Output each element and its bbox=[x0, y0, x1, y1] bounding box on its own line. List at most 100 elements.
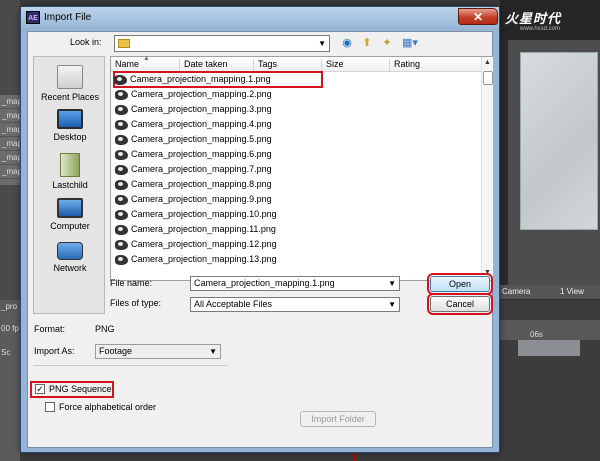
timeline-comp-tab[interactable]: _pro bbox=[1, 302, 17, 311]
up-folder-icon[interactable]: ⬆ bbox=[360, 36, 374, 50]
composition-viewer[interactable] bbox=[508, 40, 600, 285]
file-row[interactable]: Camera_projection_mapping.7.png bbox=[115, 162, 315, 177]
format-label: Format: bbox=[34, 324, 66, 334]
file-list[interactable]: ▲ Name Date taken Tags Size Rating Camera… bbox=[110, 55, 493, 281]
files-of-type-label: Files of type: bbox=[110, 298, 162, 308]
layer-item[interactable]: _mappi bbox=[0, 165, 20, 179]
file-row[interactable]: Camera_projection_mapping.13.png bbox=[115, 252, 315, 267]
files-of-type-value: All Acceptable Files bbox=[194, 299, 273, 309]
scroll-down-icon[interactable]: ▼ bbox=[484, 269, 491, 276]
cancel-button[interactable]: Cancel bbox=[427, 293, 493, 315]
scroll-up-icon[interactable]: ▲ bbox=[484, 59, 491, 66]
file-row[interactable]: Camera_projection_mapping.8.png bbox=[115, 177, 315, 192]
file-row[interactable]: Camera_projection_mapping.11.png bbox=[115, 222, 315, 237]
png-sequence-checkbox[interactable]: ✓ bbox=[35, 384, 45, 394]
png-file-icon bbox=[114, 75, 127, 85]
file-name: Camera_projection_mapping.4.png bbox=[131, 119, 272, 129]
file-row[interactable]: Camera_projection_mapping.3.png bbox=[115, 102, 315, 117]
column-date-taken[interactable]: Date taken bbox=[179, 59, 253, 72]
place-computer[interactable]: Computer bbox=[34, 198, 106, 231]
import-folder-button[interactable]: Import Folder bbox=[300, 411, 376, 427]
file-name: Camera_projection_mapping.12.png bbox=[131, 239, 277, 249]
file-list-scrollbar[interactable]: ▲ ▼ bbox=[481, 57, 493, 280]
column-size[interactable]: Size bbox=[321, 59, 389, 72]
png-file-icon bbox=[115, 240, 128, 250]
timeline-source-col: Sc bbox=[1, 348, 11, 357]
png-sequence-label: PNG Sequence bbox=[49, 384, 112, 394]
file-name: Camera_projection_mapping.1.png bbox=[130, 74, 271, 84]
file-row-selected[interactable]: Camera_projection_mapping.1.png bbox=[113, 71, 323, 88]
title-bar[interactable]: AE Import File ✕ bbox=[21, 7, 499, 29]
dialog-body: Look in: ▼ ◉ ⬆ ✦ ▦▾ Recent Places Deskto… bbox=[27, 31, 493, 448]
import-as-label: Import As: bbox=[34, 346, 75, 356]
file-row[interactable]: Camera_projection_mapping.4.png bbox=[115, 117, 315, 132]
column-tags[interactable]: Tags bbox=[253, 59, 321, 72]
place-label: Desktop bbox=[53, 132, 87, 142]
import-as-value: Footage bbox=[99, 346, 133, 356]
place-desktop[interactable]: Desktop bbox=[34, 109, 106, 142]
look-in-dropdown[interactable]: ▼ bbox=[114, 35, 330, 52]
file-name-input[interactable]: Camera_projection_mapping.1.png ▼ bbox=[190, 276, 400, 291]
recent-places-icon bbox=[57, 65, 83, 89]
file-name: Camera_projection_mapping.6.png bbox=[131, 149, 272, 159]
column-name[interactable]: ▲ Name bbox=[111, 55, 179, 72]
dialog-title: Import File bbox=[44, 12, 92, 23]
column-rating[interactable]: Rating bbox=[389, 59, 481, 72]
place-network[interactable]: Network bbox=[34, 242, 106, 273]
back-icon[interactable]: ◉ bbox=[340, 36, 354, 50]
chevron-down-icon: ▼ bbox=[388, 300, 396, 309]
png-file-icon bbox=[115, 165, 128, 175]
chevron-down-icon[interactable]: ▼ bbox=[388, 277, 396, 290]
time-ruler[interactable] bbox=[500, 320, 600, 340]
layer-item[interactable]: _mappi bbox=[0, 137, 20, 151]
import-as-dropdown[interactable]: Footage ▼ bbox=[95, 344, 221, 359]
column-headers: ▲ Name Date taken Tags Size Rating bbox=[111, 55, 481, 72]
file-row[interactable]: Camera_projection_mapping.10.png bbox=[115, 207, 315, 222]
layer-item[interactable]: _mappi bbox=[0, 151, 20, 165]
new-folder-icon[interactable]: ✦ bbox=[380, 36, 394, 50]
file-name: Camera_projection_mapping.2.png bbox=[131, 89, 272, 99]
file-name-label: File name: bbox=[110, 278, 153, 288]
png-file-icon bbox=[115, 180, 128, 190]
place-recent-places[interactable]: Recent Places bbox=[34, 65, 106, 102]
file-row[interactable]: Camera_projection_mapping.5.png bbox=[115, 132, 315, 147]
chevron-down-icon: ▼ bbox=[209, 347, 217, 356]
folder-icon bbox=[118, 39, 130, 48]
view-layout-dropdown[interactable]: 1 View bbox=[560, 285, 584, 299]
file-row[interactable]: Camera_projection_mapping.2.png bbox=[115, 87, 315, 102]
watermark-url: www.hxsd.com bbox=[520, 26, 561, 32]
file-name: Camera_projection_mapping.8.png bbox=[131, 179, 272, 189]
layer-item[interactable]: _mappi bbox=[0, 123, 20, 137]
png-sequence-option[interactable]: ✓ PNG Sequence bbox=[30, 381, 114, 398]
layer-item[interactable]: _mapping bbox=[0, 95, 20, 109]
files-of-type-dropdown[interactable]: All Acceptable Files ▼ bbox=[190, 297, 400, 312]
force-alphabetical-label: Force alphabetical order bbox=[59, 402, 157, 412]
viewer-toolbar: Camera 1 View bbox=[500, 285, 600, 299]
footage-preview bbox=[520, 52, 598, 230]
close-button[interactable]: ✕ bbox=[458, 8, 498, 25]
file-name: Camera_projection_mapping.5.png bbox=[131, 134, 272, 144]
open-button[interactable]: Open bbox=[427, 273, 493, 295]
place-lastchild[interactable]: Lastchild bbox=[34, 153, 106, 190]
file-row[interactable]: Camera_projection_mapping.6.png bbox=[115, 147, 315, 162]
force-alphabetical-checkbox[interactable] bbox=[45, 402, 55, 412]
look-in-label: Look in: bbox=[70, 37, 102, 47]
scroll-thumb[interactable] bbox=[483, 71, 493, 85]
user-folder-icon bbox=[60, 153, 80, 177]
views-menu-icon[interactable]: ▦▾ bbox=[398, 36, 422, 50]
format-value: PNG bbox=[95, 324, 115, 334]
time-marker-label: 06s bbox=[530, 330, 543, 339]
file-row[interactable]: Camera_projection_mapping.9.png bbox=[115, 192, 315, 207]
force-alphabetical-option[interactable]: Force alphabetical order bbox=[42, 401, 182, 414]
active-camera-dropdown[interactable]: Camera bbox=[502, 285, 530, 299]
file-row[interactable]: Camera_projection_mapping.12.png bbox=[115, 237, 315, 252]
file-name: Camera_projection_mapping.7.png bbox=[131, 164, 272, 174]
layer-duration-bar[interactable] bbox=[518, 340, 580, 356]
png-file-icon bbox=[115, 120, 128, 130]
options-divider bbox=[33, 365, 228, 366]
computer-icon bbox=[57, 198, 83, 218]
png-file-icon bbox=[115, 135, 128, 145]
place-label: Computer bbox=[50, 221, 90, 231]
file-rows: Camera_projection_mapping.1.png Camera_p… bbox=[111, 71, 481, 280]
layer-item[interactable]: _mappi bbox=[0, 109, 20, 123]
